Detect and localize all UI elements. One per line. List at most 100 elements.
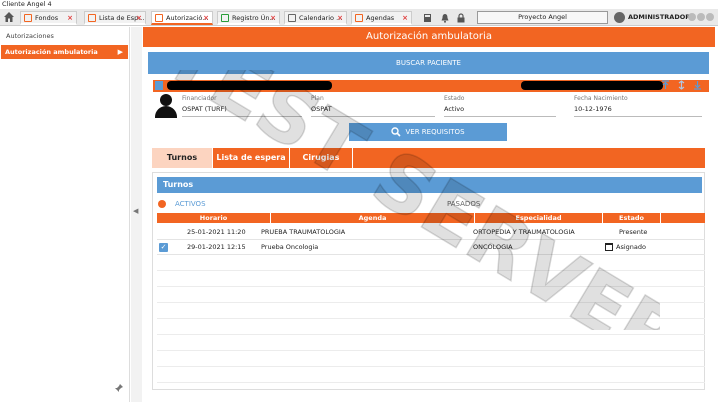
close-button[interactable] [706,13,714,21]
document-icon[interactable] [155,81,163,90]
plan-field: Plan OSPAT [311,95,435,117]
move-bottom-icon[interactable] [693,80,702,90]
financiador-label: Financiador [182,95,217,102]
active-indicator-icon [158,200,166,208]
sidebar-header: Autorizaciones [6,32,54,40]
empty-row [157,304,705,319]
column-header-especialidad[interactable]: Especialidad [475,213,603,223]
close-icon[interactable]: × [67,12,73,23]
empty-row [157,272,705,287]
close-icon[interactable]: × [136,12,142,23]
pin-icon[interactable] [114,383,124,393]
arrow-right-icon: ▶ [117,48,123,56]
calendar-icon [605,243,613,251]
sidebar-item-autorizacion-ambulatoria[interactable]: Autorización ambulatoria ▶ [1,45,128,59]
maximize-button[interactable] [697,13,705,21]
cell-horario: 29-01-2021 12:15 [187,243,246,251]
user-name: ADMINISTRADOR [628,13,691,21]
tab-lista-espera[interactable]: Lista de Esp... × [84,11,146,25]
empty-row [157,368,705,383]
expand-icon[interactable] [677,80,686,90]
column-header-agenda[interactable]: Agenda [271,213,475,223]
estado-value: Activo [444,105,465,113]
column-header-estado[interactable]: Estado [603,213,661,223]
lock-icon[interactable] [456,13,466,23]
close-icon[interactable]: × [337,12,343,23]
filter-activos[interactable]: ACTIVOS [175,200,206,208]
empty-row [157,352,705,367]
nacimiento-field: Fecha Nacimiento 10-12-1976 [574,95,702,117]
tab-fondos[interactable]: Fondos × [20,11,77,25]
tab-label: Agendas [366,14,395,22]
tab-registro[interactable]: Registro Ún... × [217,11,280,25]
cell-horario: 25-01-2021 11:20 [187,228,246,236]
page-title: Autorización ambulatoria [143,27,715,47]
table-header: Horario Agenda Especialidad Estado [157,213,705,223]
tab-bar: Fondos × Lista de Esp... × Autorizació..… [0,9,718,26]
column-header-horario[interactable]: Horario [157,213,271,223]
empty-row [157,336,705,351]
sidebar-collapse-handle[interactable]: ◀ [131,27,142,402]
tab-label: Fondos [35,14,59,22]
estado-label: Estado [444,95,465,102]
close-icon[interactable]: × [270,12,276,23]
cell-agenda: Prueba Oncologia [261,243,319,251]
section-tabs: Turnos Lista de espera Cirugias [152,148,705,168]
home-icon[interactable] [3,11,15,23]
search-patient-button[interactable]: BUSCAR PACIENTE [148,52,709,74]
sidebar-item-label: Autorización ambulatoria [5,48,98,56]
filter-pasados[interactable]: PASADOS [447,200,480,208]
tab-agendas[interactable]: Agendas × [351,11,412,25]
list-icon [355,14,363,22]
table-row[interactable]: 25-01-2021 11:20 PRUEBA TRAUMATOLOGIA OR… [157,225,705,240]
view-requirements-label: VER REQUISITOS [405,128,465,136]
list-icon [88,14,96,22]
cell-agenda: PRUEBA TRAUMATOLOGIA [261,228,346,236]
plan-value: OSPAT [311,105,332,113]
turnos-panel: Turnos ACTIVOS PASADOS Horario Agenda Es… [152,172,705,390]
search-icon [391,127,402,137]
chevron-left-icon: ◀ [133,207,139,215]
checkbox-checked-icon[interactable]: ✓ [159,243,168,252]
close-icon[interactable]: × [402,12,408,23]
book-icon[interactable] [423,13,433,23]
view-requirements-button[interactable]: VER REQUISITOS [349,123,507,141]
tab-calendario[interactable]: Calendario ... × [284,11,347,25]
financiador-field: Financiador OSPAT (TURF) [182,95,302,117]
empty-row [157,288,705,303]
add-icon [221,14,229,22]
sort-controls [661,80,702,93]
estado-field: Estado Activo [444,95,556,117]
cell-estado: Asignado [605,240,646,255]
financiador-value: OSPAT (TURF) [182,105,227,113]
redacted-id [521,81,663,90]
panel-title: Turnos [157,177,702,193]
table-row[interactable]: ✓ 29-01-2021 12:15 Prueba Oncologia ONCO… [157,240,705,255]
avatar [614,11,625,23]
empty-row [157,256,705,271]
tab-turnos[interactable]: Turnos [152,148,213,168]
plan-label: Plan [311,95,324,102]
patient-avatar-icon [153,94,179,118]
bell-icon[interactable] [440,13,450,23]
project-selector[interactable]: Proyecto Angel [477,11,608,24]
user-menu[interactable]: ADMINISTRADOR [614,11,690,24]
cell-estado-label: Asignado [616,243,646,251]
tab-label: Calendario ... [299,14,343,22]
minimize-button[interactable] [688,13,696,21]
close-icon[interactable]: × [203,12,209,23]
move-top-icon[interactable] [661,80,670,90]
tab-cirugias[interactable]: Cirugias [290,148,353,168]
cell-estado: Presente [619,228,648,236]
main-content: Autorización ambulatoria BUSCAR PACIENTE… [143,27,715,402]
empty-row [157,320,705,335]
tab-autorizacion[interactable]: Autorizació... × [151,11,213,25]
cell-especialidad: ONCOLOGIA [473,243,513,251]
window-controls [687,13,714,23]
nacimiento-value: 10-12-1976 [574,105,612,113]
redacted-name [167,81,332,90]
nacimiento-label: Fecha Nacimiento [574,95,628,102]
cell-especialidad: ORTOPEDIA Y TRAUMATOLOGIA [473,228,575,236]
tab-lista-de-espera[interactable]: Lista de espera [213,148,290,168]
folder-icon [24,14,32,22]
